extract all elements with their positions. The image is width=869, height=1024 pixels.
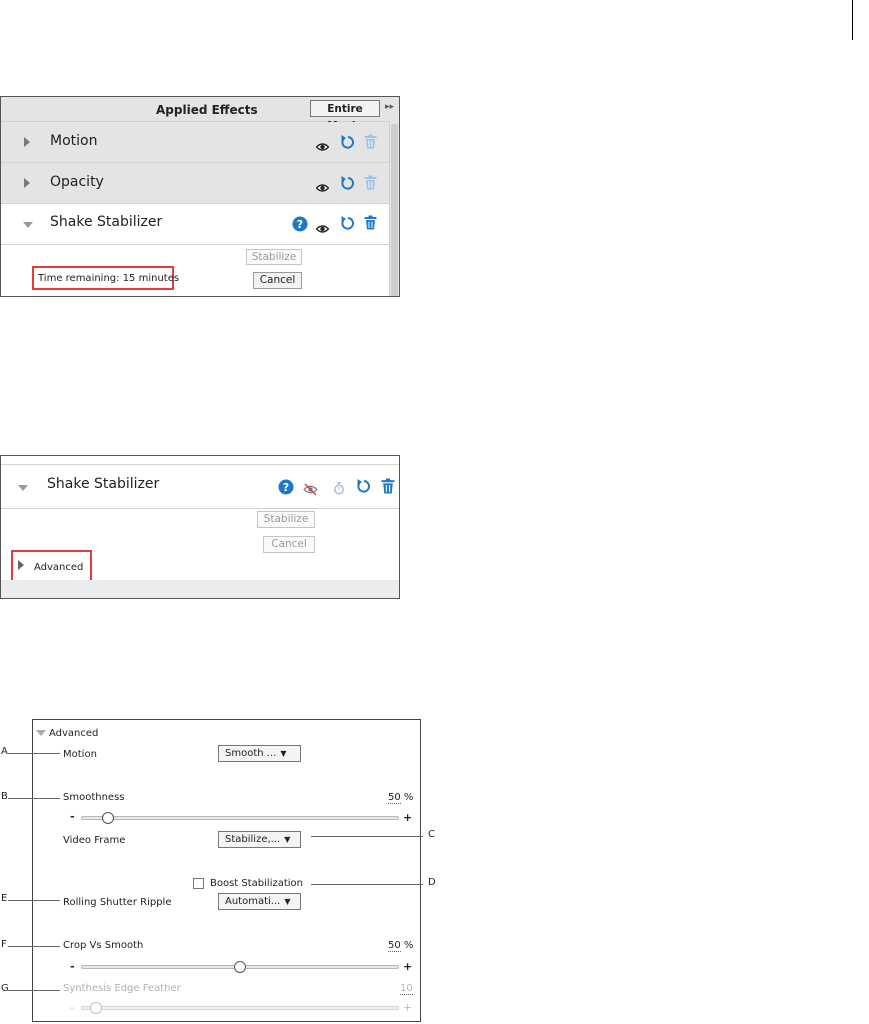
effect-label: Shake Stabilizer bbox=[47, 476, 160, 492]
collapse-triangle-icon[interactable] bbox=[36, 730, 46, 736]
effect-row-shake-stabilizer[interactable]: Shake Stabilizer ? bbox=[1, 204, 389, 245]
edge-feather-value: 10 bbox=[400, 983, 413, 995]
stopwatch-icon[interactable] bbox=[334, 480, 344, 499]
effect-label: Shake Stabilizer bbox=[50, 214, 163, 230]
trash-icon[interactable] bbox=[364, 215, 377, 234]
panel-title: Applied Effects bbox=[156, 103, 258, 117]
minus-sign: - bbox=[70, 810, 75, 823]
smoothness-label: Smoothness bbox=[63, 792, 125, 803]
time-remaining-text: Time remaining: 15 minutes bbox=[38, 273, 180, 284]
effect-row-shake-stabilizer[interactable]: Shake Stabilizer ? bbox=[1, 464, 399, 509]
callout-line-d bbox=[311, 884, 423, 885]
smoothness-slider[interactable] bbox=[81, 816, 399, 820]
expand-triangle-icon[interactable] bbox=[24, 178, 30, 188]
rolling-shutter-dropdown[interactable]: Automati... ▼ bbox=[218, 893, 301, 910]
entire-movie-button[interactable]: Entire Movie bbox=[310, 100, 380, 132]
edge-feather-number: 10 bbox=[400, 983, 413, 995]
dropdown-value: Automati... bbox=[225, 896, 281, 907]
expand-triangle-icon[interactable] bbox=[24, 137, 30, 147]
callout-line-e bbox=[8, 900, 60, 901]
callout-letter-f: F bbox=[1, 939, 7, 950]
eye-icon[interactable] bbox=[315, 137, 330, 156]
plus-sign: + bbox=[403, 811, 413, 824]
advanced-settings-panel: Advanced Motion Smooth ... ▼ Smoothness 5… bbox=[32, 719, 421, 1022]
boost-stabilization-label: Boost Stabilization bbox=[210, 878, 304, 889]
callout-letter-c: C bbox=[428, 829, 435, 840]
percent-unit: % bbox=[403, 940, 414, 951]
callout-line-b bbox=[8, 798, 60, 799]
boost-stabilization-checkbox[interactable] bbox=[193, 878, 204, 889]
shake-stabilizer-panel: Shake Stabilizer ? Stabilize Cancel Adva… bbox=[0, 455, 400, 599]
dropdown-arrow-icon: ▼ bbox=[280, 749, 287, 758]
eye-icon[interactable] bbox=[315, 178, 330, 197]
help-icon[interactable]: ? bbox=[278, 479, 294, 499]
callout-line-c bbox=[311, 836, 423, 837]
collapse-triangle-icon[interactable] bbox=[23, 222, 33, 228]
panel-footer bbox=[1, 580, 399, 598]
panel-menu-icon[interactable]: ▸▸ bbox=[385, 102, 394, 112]
dropdown-arrow-icon: ▼ bbox=[284, 835, 291, 844]
advanced-heading[interactable]: Advanced bbox=[49, 728, 98, 739]
plus-sign: + bbox=[403, 1001, 413, 1014]
reset-icon[interactable] bbox=[340, 175, 355, 195]
minus-sign: - bbox=[70, 960, 75, 973]
video-frame-dropdown[interactable]: Stabilize,... ▼ bbox=[218, 831, 301, 848]
rolling-shutter-label: Rolling Shutter Ripple bbox=[63, 897, 172, 908]
smoothness-value[interactable]: 50 % bbox=[388, 792, 414, 804]
smoothness-number[interactable]: 50 bbox=[388, 792, 401, 804]
edge-feather-slider bbox=[81, 1006, 399, 1010]
svg-text:?: ? bbox=[283, 481, 289, 494]
motion-label: Motion bbox=[63, 749, 97, 760]
page-edge-marker bbox=[852, 0, 853, 40]
applied-effects-panel: Applied Effects Entire Movie ▸▸ Motion O… bbox=[0, 96, 400, 297]
cancel-button[interactable]: Cancel bbox=[263, 536, 315, 553]
dropdown-value: Stabilize,... bbox=[225, 834, 281, 845]
effect-label: Motion bbox=[50, 133, 98, 149]
eye-icon[interactable] bbox=[315, 219, 330, 238]
effect-row-motion[interactable]: Motion bbox=[1, 122, 389, 163]
scrollbar-thumb[interactable] bbox=[391, 124, 398, 296]
edge-feather-slider-handle bbox=[90, 1002, 103, 1014]
advanced-toggle[interactable]: Advanced bbox=[34, 562, 83, 573]
callout-line-a bbox=[8, 753, 60, 754]
panel-header: Applied Effects Entire Movie ▸▸ bbox=[1, 97, 399, 132]
dropdown-value: Smooth ... bbox=[225, 748, 277, 759]
effect-label: Opacity bbox=[50, 174, 104, 190]
svg-text:?: ? bbox=[297, 218, 303, 231]
scrollbar[interactable] bbox=[389, 121, 399, 296]
callout-letter-g: G bbox=[1, 983, 9, 994]
collapse-triangle-icon[interactable] bbox=[18, 485, 28, 491]
stabilize-button[interactable]: Stabilize bbox=[257, 511, 315, 528]
reset-icon[interactable] bbox=[340, 215, 355, 235]
trash-icon[interactable] bbox=[381, 478, 395, 498]
callout-letter-e: E bbox=[1, 893, 8, 904]
smoothness-slider-handle[interactable] bbox=[102, 812, 115, 824]
video-frame-label: Video Frame bbox=[63, 835, 126, 846]
callout-letter-d: D bbox=[428, 877, 436, 888]
reset-icon[interactable] bbox=[340, 134, 355, 154]
expand-triangle-icon[interactable] bbox=[18, 560, 24, 570]
callout-letter-a: A bbox=[1, 746, 8, 757]
reset-icon[interactable] bbox=[356, 478, 371, 498]
minus-sign: - bbox=[70, 1001, 74, 1014]
help-icon[interactable]: ? bbox=[292, 216, 308, 236]
cancel-button[interactable]: Cancel bbox=[253, 272, 302, 289]
dropdown-arrow-icon: ▼ bbox=[284, 897, 291, 906]
stabilize-button[interactable]: Stabilize bbox=[246, 249, 302, 265]
crop-vs-smooth-slider-handle[interactable] bbox=[234, 961, 246, 973]
trash-icon[interactable] bbox=[364, 175, 377, 194]
eye-hidden-icon[interactable] bbox=[303, 481, 318, 500]
crop-vs-smooth-value[interactable]: 50 % bbox=[388, 940, 414, 952]
crop-vs-smooth-number[interactable]: 50 bbox=[388, 940, 401, 952]
motion-dropdown[interactable]: Smooth ... ▼ bbox=[218, 745, 301, 762]
callout-line-g bbox=[8, 990, 60, 991]
callout-line-f bbox=[8, 946, 60, 947]
edge-feather-label: Synthesis Edge Feather bbox=[63, 983, 181, 994]
percent-unit: % bbox=[403, 792, 414, 803]
callout-letter-b: B bbox=[1, 791, 8, 802]
crop-vs-smooth-label: Crop Vs Smooth bbox=[63, 940, 144, 951]
trash-icon[interactable] bbox=[364, 134, 377, 153]
plus-sign: + bbox=[403, 960, 413, 973]
effect-row-opacity[interactable]: Opacity bbox=[1, 163, 389, 204]
